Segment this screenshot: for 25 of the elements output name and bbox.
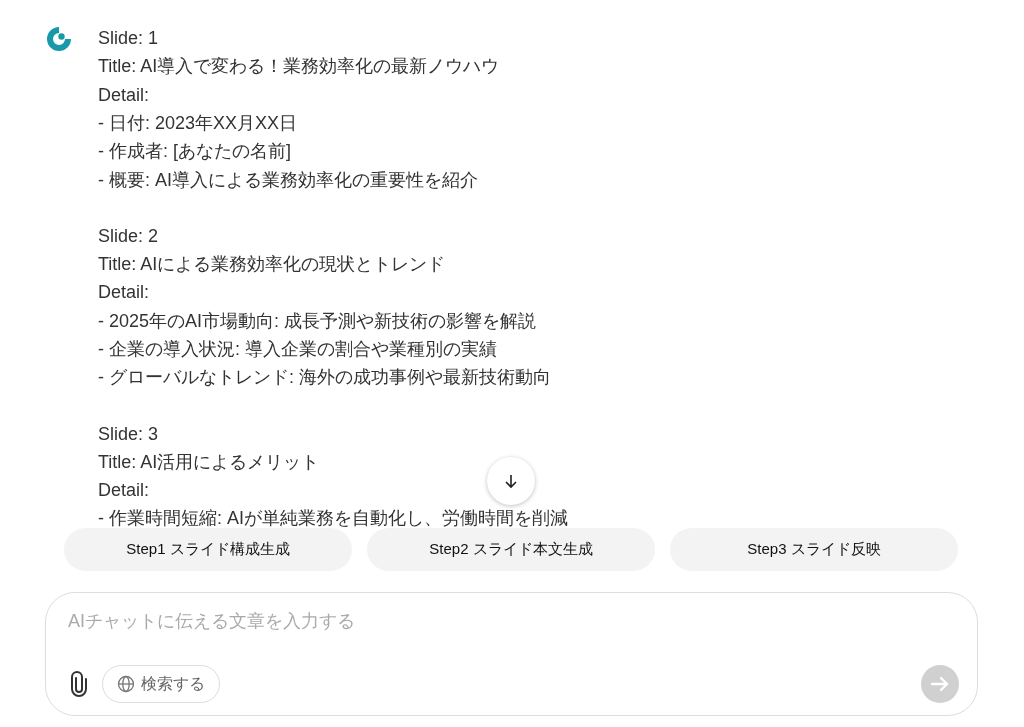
paperclip-icon[interactable] [68, 671, 90, 697]
message-line: - 作業時間短縮: AIが単純業務を自動化し、労働時間を削減 [98, 507, 568, 530]
search-button[interactable]: 検索する [102, 665, 220, 703]
message-line: Slide: 1 [98, 27, 159, 50]
scroll-down-button[interactable] [487, 457, 535, 505]
down-arrow-icon [502, 472, 520, 490]
message-line: Detail: [98, 83, 150, 106]
globe-icon [117, 675, 135, 693]
message-line: - 企業の導入状況: 導入企業の割合や業種別の実績 [98, 337, 497, 360]
assistant-logo-icon [44, 24, 74, 54]
message-line: Detail: [98, 281, 150, 304]
message-line: Title: AIによる業務効率化の現状とトレンド [98, 253, 446, 276]
message-line: - 作成者: [あなたの名前] [98, 140, 291, 163]
message-line: Title: AI導入で変わる！業務効率化の最新ノウハウ [98, 55, 500, 78]
message-line: Title: AI活用によるメリット [98, 450, 320, 473]
message-line: - 2025年のAI市場動向: 成長予測や新技術の影響を解説 [98, 309, 537, 332]
step-button[interactable]: Step1 スライド構成生成 [64, 528, 352, 571]
message-line: Detail: [98, 479, 150, 502]
step-button[interactable]: Step2 スライド本文生成 [367, 528, 655, 571]
message-line: Slide: 3 [98, 422, 159, 445]
step-button[interactable]: Step3 スライド反映 [670, 528, 958, 571]
message-line: - 日付: 2023年XX月XX日 [98, 112, 298, 134]
message-line: - グローバルなトレンド: 海外の成功事例や最新技術動向 [98, 366, 551, 389]
message-line: Slide: 2 [98, 224, 159, 247]
message-line: - 概要: AI導入による業務効率化の重要性を紹介 [98, 168, 478, 191]
